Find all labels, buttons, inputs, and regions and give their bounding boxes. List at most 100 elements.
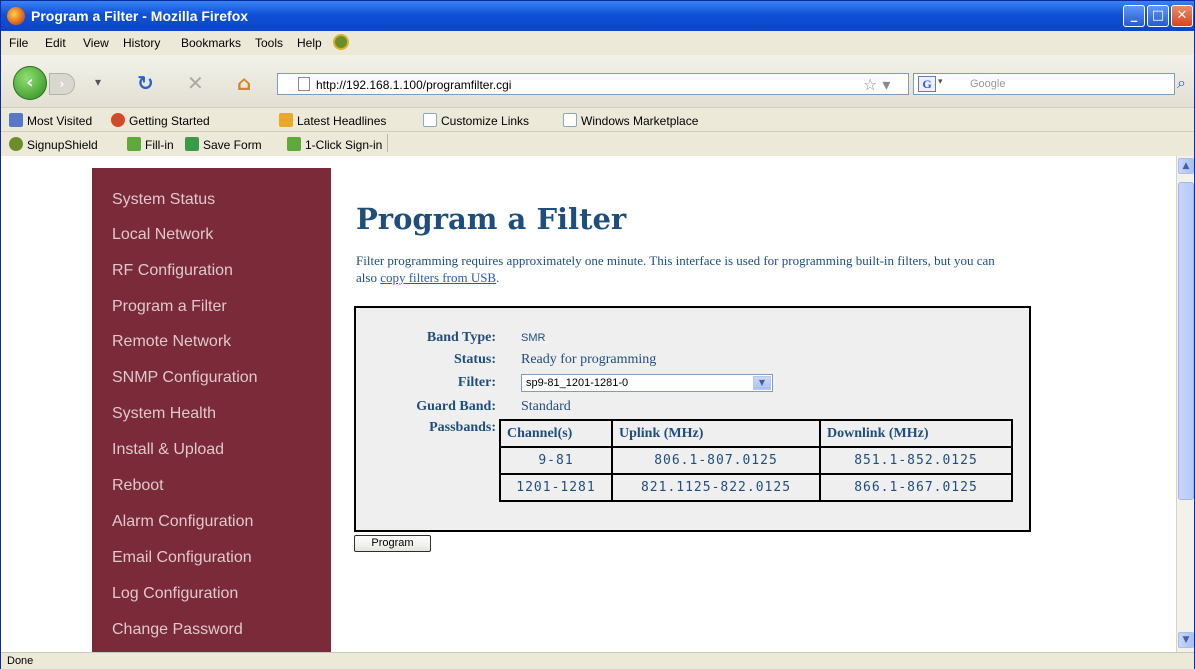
scroll-thumb[interactable]: [1178, 182, 1194, 500]
stop-icon[interactable]: ✕: [187, 71, 204, 95]
band-type-label: Band Type:: [426, 330, 496, 345]
table-header-row: Channel(s) Uplink (MHz) Downlink (MHz): [499, 419, 1013, 448]
firefox-logo-icon: [7, 7, 25, 25]
sidebar-item-email-configuration[interactable]: Email Configuration: [112, 549, 252, 567]
menu-tools[interactable]: Tools: [255, 36, 283, 50]
sidebar-item-program-a-filter[interactable]: Program a Filter: [112, 298, 227, 316]
home-icon[interactable]: ⌂: [237, 71, 251, 95]
scroll-down-icon[interactable]: ▼: [1178, 632, 1194, 648]
filter-label: Filter:: [457, 375, 496, 390]
window-title: Program a Filter - Mozilla Firefox: [31, 8, 249, 24]
url-bar[interactable]: http://192.168.1.100/programfilter.cgi: [277, 73, 909, 95]
navigation-toolbar: ‹ › ▾ ↻ ✕ ⌂ http://192.168.1.100/program…: [1, 55, 1194, 107]
column-channels: Channel(s): [499, 419, 613, 448]
page-icon: [298, 77, 310, 91]
menu-view[interactable]: View: [83, 36, 109, 50]
toolbar-divider: [387, 134, 388, 152]
copy-filters-link[interactable]: copy filters from USB: [380, 270, 496, 285]
url-text: http://192.168.1.100/programfilter.cgi: [316, 78, 512, 92]
table-row: 9-81 806.1-807.0125 851.1-852.0125: [499, 446, 1013, 475]
filter-selected-value: sp9-81_1201-1281-0: [526, 377, 629, 389]
table-cell: 821.1125-822.0125: [611, 473, 821, 502]
save-form-button[interactable]: Save Form: [185, 137, 262, 152]
bookmark-most-visited[interactable]: Most Visited: [9, 113, 92, 128]
status-text: Done: [7, 655, 34, 667]
signupshield-button[interactable]: SignupShield: [9, 137, 98, 152]
signupshield-menu-icon[interactable]: [333, 34, 349, 50]
sidebar-item-system-health[interactable]: System Health: [112, 405, 216, 423]
addon-toolbar: SignupShield Fill-in Save Form 1-Click S…: [1, 131, 1194, 155]
bookmark-windows-marketplace[interactable]: Windows Marketplace: [563, 113, 698, 128]
filter-form-panel: Band Type: SMR Status: Ready for program…: [354, 306, 1031, 532]
search-box[interactable]: G ▾ Google: [913, 73, 1175, 95]
rss-feed-icon: [279, 113, 293, 127]
menu-bookmarks[interactable]: Bookmarks: [181, 36, 241, 50]
column-uplink: Uplink (MHz): [611, 419, 821, 448]
sidebar-item-change-password[interactable]: Change Password: [112, 621, 243, 639]
minimize-button[interactable]: _: [1123, 5, 1145, 27]
search-engine-dropdown-icon[interactable]: ▾: [938, 76, 943, 87]
page-title: Program a Filter: [356, 202, 627, 236]
guard-band-label: Guard Band:: [416, 399, 496, 414]
page-content: System Status Local Network RF Configura…: [1, 156, 1176, 652]
chevron-down-icon[interactable]: ▼: [753, 376, 771, 390]
sidebar-nav: System Status Local Network RF Configura…: [92, 168, 331, 652]
intro-end: .: [496, 270, 500, 285]
browser-window: Program a Filter - Mozilla Firefox _ □ ✕…: [0, 0, 1195, 669]
intro-text: Filter programming requires approximatel…: [356, 252, 996, 286]
bookmarks-toolbar: Most Visited Getting Started Latest Head…: [1, 107, 1194, 131]
passbands-table: Channel(s) Uplink (MHz) Downlink (MHz) 9…: [499, 419, 1013, 502]
menu-help[interactable]: Help: [297, 36, 322, 50]
sidebar-item-reboot[interactable]: Reboot: [112, 477, 164, 495]
program-button[interactable]: Program: [354, 535, 431, 552]
table-cell: 1201-1281: [499, 473, 613, 502]
getting-started-icon: [111, 113, 125, 127]
menu-bar: File Edit View History Bookmarks Tools H…: [1, 31, 1194, 55]
sidebar-item-local-network[interactable]: Local Network: [112, 226, 213, 244]
history-dropdown-icon[interactable]: ▾: [95, 75, 101, 89]
filter-select[interactable]: sp9-81_1201-1281-0 ▼: [521, 374, 773, 392]
sidebar-item-rf-configuration[interactable]: RF Configuration: [112, 262, 233, 280]
vertical-scrollbar[interactable]: ▲ ▼: [1176, 156, 1194, 652]
page-icon: [563, 113, 577, 127]
sign-in-icon: [287, 137, 301, 151]
search-placeholder: Google: [970, 78, 1006, 90]
sidebar-item-log-configuration[interactable]: Log Configuration: [112, 585, 238, 603]
reload-icon[interactable]: ↻: [137, 71, 154, 95]
fill-in-icon: [127, 137, 141, 151]
guard-band-value: Standard: [521, 399, 571, 414]
band-type-value: SMR: [521, 332, 546, 344]
bookmark-getting-started[interactable]: Getting Started: [111, 113, 210, 128]
forward-arrow-icon[interactable]: ›: [49, 73, 75, 95]
close-button[interactable]: ✕: [1171, 5, 1193, 27]
column-downlink: Downlink (MHz): [819, 419, 1013, 448]
sidebar-item-snmp-configuration[interactable]: SNMP Configuration: [112, 369, 258, 387]
table-cell: 851.1-852.0125: [819, 446, 1013, 475]
menu-file[interactable]: File: [9, 36, 28, 50]
sidebar-item-remote-network[interactable]: Remote Network: [112, 333, 231, 351]
status-value: Ready for programming: [521, 352, 657, 367]
shield-icon: [9, 137, 23, 151]
maximize-button[interactable]: □: [1147, 5, 1169, 27]
table-cell: 866.1-867.0125: [819, 473, 1013, 502]
table-cell: 806.1-807.0125: [611, 446, 821, 475]
sidebar-item-install-upload[interactable]: Install & Upload: [112, 441, 224, 459]
most-visited-icon: [9, 113, 23, 127]
status-bar: Done: [1, 652, 1194, 669]
one-click-sign-in-button[interactable]: 1-Click Sign-in: [287, 137, 382, 152]
search-icon[interactable]: ⌕: [1177, 73, 1186, 93]
bookmark-latest-headlines[interactable]: Latest Headlines: [279, 113, 386, 128]
google-icon[interactable]: G: [918, 76, 936, 92]
menu-history[interactable]: History: [123, 36, 160, 50]
passbands-label: Passbands:: [429, 420, 496, 435]
scroll-up-icon[interactable]: ▲: [1178, 158, 1194, 174]
bookmark-customize-links[interactable]: Customize Links: [423, 113, 529, 128]
save-disk-icon: [185, 137, 199, 151]
fill-in-button[interactable]: Fill-in: [127, 137, 174, 152]
sidebar-item-system-status[interactable]: System Status: [112, 191, 215, 209]
menu-edit[interactable]: Edit: [45, 36, 66, 50]
sidebar-item-alarm-configuration[interactable]: Alarm Configuration: [112, 513, 253, 531]
bookmark-star-icon[interactable]: ☆ ▾: [863, 75, 890, 94]
back-arrow-icon[interactable]: ‹: [13, 66, 47, 100]
title-bar[interactable]: Program a Filter - Mozilla Firefox _ □ ✕: [1, 1, 1194, 31]
